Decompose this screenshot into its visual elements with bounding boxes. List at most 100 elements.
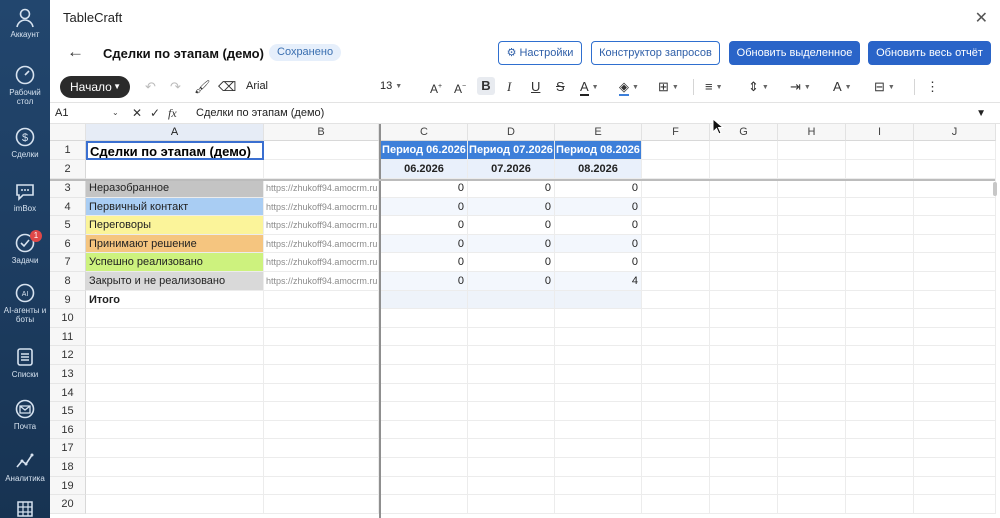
text-color-icon[interactable]: A ▼ bbox=[580, 79, 599, 96]
grid-cell[interactable] bbox=[778, 439, 846, 458]
confirm-check-icon[interactable]: ✓ bbox=[150, 106, 160, 120]
grid-cell[interactable] bbox=[264, 402, 379, 421]
grid-cell[interactable] bbox=[642, 402, 710, 421]
grid-cell[interactable] bbox=[846, 495, 914, 514]
grid-cell[interactable] bbox=[710, 272, 778, 291]
grid-cell[interactable] bbox=[778, 234, 846, 254]
total-value-cell[interactable] bbox=[555, 290, 642, 310]
value-cell[interactable]: 0 bbox=[381, 216, 468, 235]
format-painter-icon[interactable]: 🖌 bbox=[194, 79, 211, 95]
grid-cell[interactable] bbox=[264, 327, 379, 347]
row-header-16[interactable]: 16 bbox=[50, 420, 86, 440]
function-icon[interactable]: fx bbox=[168, 106, 177, 121]
settings-button[interactable]: ⚙ Настройки bbox=[498, 41, 582, 65]
row-header-17[interactable]: 17 bbox=[50, 439, 86, 458]
grid-cell[interactable] bbox=[642, 309, 710, 328]
grid-cell[interactable] bbox=[264, 309, 379, 328]
vertical-align-icon[interactable]: ⇕ ▼ bbox=[748, 79, 769, 96]
grid-cell[interactable] bbox=[846, 458, 914, 477]
grid-cell[interactable] bbox=[846, 272, 914, 291]
grid-cell[interactable] bbox=[264, 420, 379, 440]
grid-cell[interactable] bbox=[846, 160, 914, 179]
grid-cell[interactable] bbox=[555, 365, 642, 384]
stage-name-cell[interactable]: Успешно реализовано bbox=[86, 253, 264, 272]
value-cell[interactable]: 4 bbox=[555, 272, 642, 291]
column-header-h[interactable]: H bbox=[778, 124, 846, 141]
grid-cell[interactable] bbox=[642, 290, 710, 310]
nav-tasks[interactable]: 1 Задачи bbox=[0, 230, 50, 265]
grid-cell[interactable] bbox=[468, 420, 555, 440]
nav-account[interactable]: Аккаунт bbox=[0, 6, 50, 39]
grid-cell[interactable] bbox=[642, 365, 710, 384]
stage-url-cell[interactable]: https://zhukoff94.amocrm.ru bbox=[264, 272, 379, 291]
grid-cell[interactable] bbox=[710, 197, 778, 217]
column-header-i[interactable]: I bbox=[846, 124, 914, 141]
grid-cell[interactable] bbox=[914, 476, 996, 496]
grid-cell[interactable] bbox=[468, 402, 555, 421]
value-cell[interactable]: 0 bbox=[381, 197, 468, 217]
grid-cell[interactable] bbox=[555, 420, 642, 440]
clear-format-icon[interactable]: ⌫ bbox=[218, 79, 236, 95]
grid-cell[interactable] bbox=[778, 253, 846, 272]
grid-cell[interactable] bbox=[642, 160, 710, 179]
refresh-selected-button[interactable]: Обновить выделенное bbox=[729, 41, 860, 65]
row-header-14[interactable]: 14 bbox=[50, 383, 86, 403]
grid-cell[interactable] bbox=[710, 141, 778, 160]
grid-cell[interactable] bbox=[846, 290, 914, 310]
nav-ai-agents[interactable]: AI AI-агенты и боты bbox=[0, 282, 50, 324]
row-header-13[interactable]: 13 bbox=[50, 365, 86, 384]
row-header-11[interactable]: 11 bbox=[50, 327, 86, 347]
grid-cell[interactable] bbox=[468, 458, 555, 477]
grid-cell[interactable] bbox=[264, 458, 379, 477]
grid-cell[interactable] bbox=[264, 476, 379, 496]
stage-url-cell[interactable]: https://zhukoff94.amocrm.ru bbox=[264, 253, 379, 272]
grid-cell[interactable] bbox=[555, 476, 642, 496]
bold-icon[interactable]: B bbox=[477, 77, 495, 95]
grid-cell[interactable] bbox=[264, 439, 379, 458]
grid-cell[interactable] bbox=[846, 365, 914, 384]
grid-cell[interactable] bbox=[778, 402, 846, 421]
grid-cell[interactable] bbox=[846, 141, 914, 160]
grid-cell[interactable] bbox=[264, 365, 379, 384]
value-cell[interactable]: 0 bbox=[468, 234, 555, 254]
grid-cell[interactable] bbox=[846, 439, 914, 458]
grid-cell[interactable] bbox=[778, 365, 846, 384]
grid-cell[interactable] bbox=[381, 439, 468, 458]
grid-cell[interactable] bbox=[642, 420, 710, 440]
grid-cell[interactable] bbox=[846, 216, 914, 235]
grid-cell[interactable] bbox=[846, 383, 914, 403]
refresh-all-button[interactable]: Обновить весь отчёт bbox=[868, 41, 991, 65]
grid-cell[interactable] bbox=[778, 346, 846, 365]
grid-cell[interactable] bbox=[555, 346, 642, 365]
grid-cell[interactable] bbox=[468, 476, 555, 496]
grid-cell[interactable] bbox=[914, 365, 996, 384]
row-header-18[interactable]: 18 bbox=[50, 458, 86, 477]
grid-cell[interactable] bbox=[710, 309, 778, 328]
grid-cell[interactable] bbox=[468, 439, 555, 458]
grid-cell[interactable] bbox=[846, 346, 914, 365]
strikethrough-icon[interactable]: S bbox=[556, 79, 565, 95]
grid-cell[interactable] bbox=[264, 160, 379, 179]
column-header-b[interactable]: B bbox=[264, 124, 379, 141]
stage-name-cell[interactable]: Неразобранное bbox=[86, 179, 264, 198]
value-cell[interactable]: 0 bbox=[381, 253, 468, 272]
grid-cell[interactable] bbox=[778, 290, 846, 310]
grid-cell[interactable] bbox=[555, 402, 642, 421]
value-cell[interactable]: 0 bbox=[468, 253, 555, 272]
grid-cell[interactable] bbox=[778, 458, 846, 477]
grid-cell[interactable] bbox=[914, 309, 996, 328]
column-header-d[interactable]: D bbox=[468, 124, 555, 141]
grid-cell[interactable] bbox=[914, 141, 996, 160]
stage-name-cell[interactable]: Первичный контакт bbox=[86, 197, 264, 217]
value-cell[interactable]: 0 bbox=[555, 253, 642, 272]
grid-cell[interactable] bbox=[468, 365, 555, 384]
italic-icon[interactable]: I bbox=[507, 79, 511, 95]
grid-cell[interactable] bbox=[555, 458, 642, 477]
text-rotate-icon[interactable]: A ▼ bbox=[833, 79, 852, 96]
grid-cell[interactable] bbox=[468, 309, 555, 328]
grid-cell[interactable] bbox=[778, 272, 846, 291]
grid-cell[interactable] bbox=[468, 495, 555, 514]
grid-cell[interactable] bbox=[846, 253, 914, 272]
value-cell[interactable]: 0 bbox=[381, 272, 468, 291]
grid-cell[interactable] bbox=[710, 476, 778, 496]
